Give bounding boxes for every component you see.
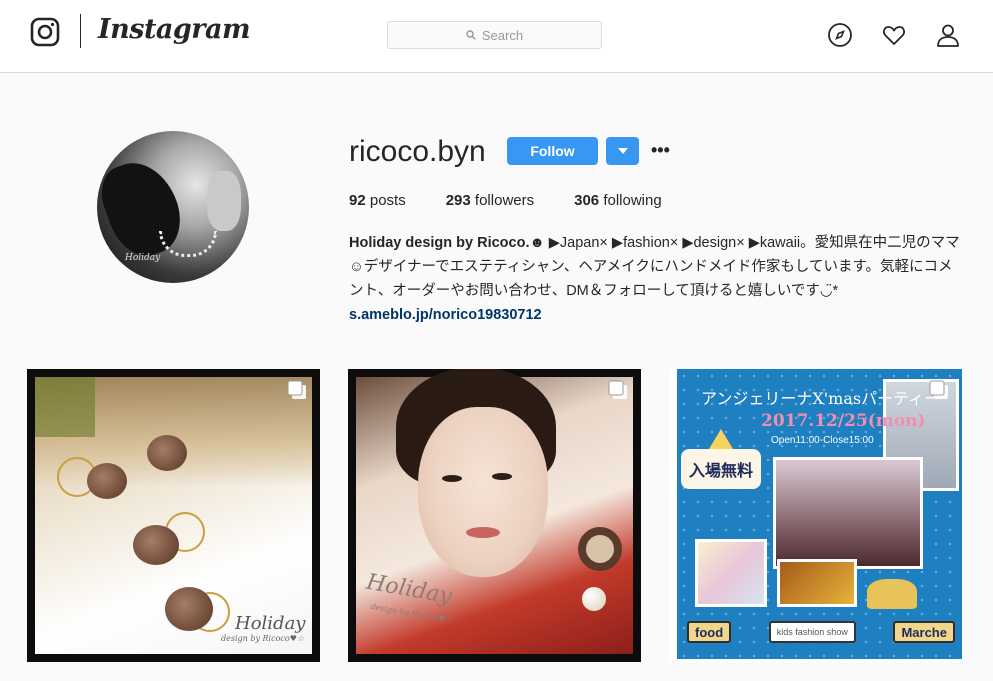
avatar-signature: Holiday: [125, 253, 161, 263]
reindeer-icon: [867, 579, 917, 609]
flyer-time: Open11:00-Close15:00: [771, 435, 874, 446]
post-image: Holiday design by Ricoco♥☆: [35, 377, 312, 654]
earring-shape: [578, 527, 622, 571]
pompom-shape: [165, 587, 213, 631]
portrait-face-shape: [418, 407, 548, 577]
posts-label: posts: [369, 192, 406, 209]
activity-button[interactable]: [881, 22, 907, 48]
flyer-title: アンジェリーナX'masパーティー: [701, 389, 941, 408]
search-input[interactable]: Search: [387, 21, 602, 49]
flyer-tags: food kids fashion show Marche: [687, 621, 955, 647]
bio-link[interactable]: s.ameblo.jp/norico19830712: [349, 307, 542, 323]
header-divider: [80, 14, 81, 48]
followers-count: 293: [445, 192, 471, 209]
followers-stat[interactable]: 293 followers: [446, 192, 534, 209]
basket-photo: [777, 559, 857, 607]
explore-button[interactable]: [827, 22, 853, 48]
pompom-shape: [147, 435, 187, 471]
profile-bio: Holiday design by Ricoco.☻ ▶Japan× ▶fash…: [349, 231, 961, 327]
post-subcaption-overlay: design by Ricoco♥☆: [221, 634, 305, 643]
post-image: Holiday design by Ricoco♥☆: [356, 369, 633, 654]
pompom-shape: [87, 463, 127, 499]
free-entry-badge: 入場無料: [681, 449, 761, 489]
instagram-glyph-icon[interactable]: [30, 17, 60, 47]
posts-stat: 92 posts: [349, 192, 406, 209]
profile-stats: 92 posts 293 followers 306 following: [349, 192, 702, 209]
suggested-dropdown-button[interactable]: [606, 137, 639, 165]
followers-label: followers: [474, 192, 535, 209]
post-image-foliage: [35, 377, 95, 437]
flyer-tag-food: food: [687, 621, 732, 643]
compass-icon: [828, 23, 852, 47]
search-icon: [466, 30, 476, 40]
portrait-eye-shape: [442, 475, 462, 482]
multiple-photos-icon: [287, 380, 306, 399]
following-label: following: [603, 192, 662, 209]
portrait-lips-shape: [466, 527, 500, 538]
flyer-tag-kids-fashion-show: kids fashion show: [768, 621, 856, 643]
caret-down-icon: [617, 148, 628, 154]
following-count: 306: [574, 192, 600, 209]
jewelry-photo: [695, 539, 767, 607]
more-options-button[interactable]: •••: [651, 140, 670, 161]
event-photo: [773, 457, 923, 569]
user-icon: [937, 24, 959, 47]
heart-icon: [883, 26, 905, 45]
bio-full-name: Holiday design by Ricoco.☻: [349, 235, 545, 251]
profile-username: ricoco.byn: [349, 135, 486, 168]
post-caption-overlay: Holiday: [235, 613, 306, 634]
post-thumbnail[interactable]: Holiday design by Ricoco♥☆: [27, 369, 320, 662]
flyer-tag-marche: Marche: [893, 621, 955, 643]
flyer-date: 2017.12/25(mon): [761, 411, 926, 431]
follow-button[interactable]: Follow: [507, 137, 598, 165]
avatar-necklace-shape: [159, 231, 217, 257]
post-thumbnail[interactable]: アンジェリーナX'masパーティー 2017.12/25(mon) Open11…: [669, 369, 962, 662]
multiple-photos-icon: [929, 380, 948, 399]
christmas-tree-icon: [709, 429, 733, 449]
profile-avatar[interactable]: Holiday: [97, 131, 249, 283]
pearl-shape: [582, 587, 606, 611]
search-placeholder: Search: [481, 27, 524, 43]
post-thumbnail[interactable]: Holiday design by Ricoco♥☆: [348, 369, 641, 662]
instagram-wordmark[interactable]: Instagram: [98, 14, 251, 45]
top-nav-bar: Instagram Search: [0, 0, 993, 73]
pompom-shape: [133, 525, 179, 565]
post-image: アンジェリーナX'masパーティー 2017.12/25(mon) Open11…: [677, 369, 962, 659]
following-stat[interactable]: 306 following: [574, 192, 662, 209]
profile-button[interactable]: [935, 22, 961, 48]
portrait-eye-shape: [492, 473, 512, 480]
multiple-photos-icon: [608, 380, 627, 399]
posts-count: 92: [349, 192, 366, 209]
avatar-neck-shape: [207, 171, 241, 231]
